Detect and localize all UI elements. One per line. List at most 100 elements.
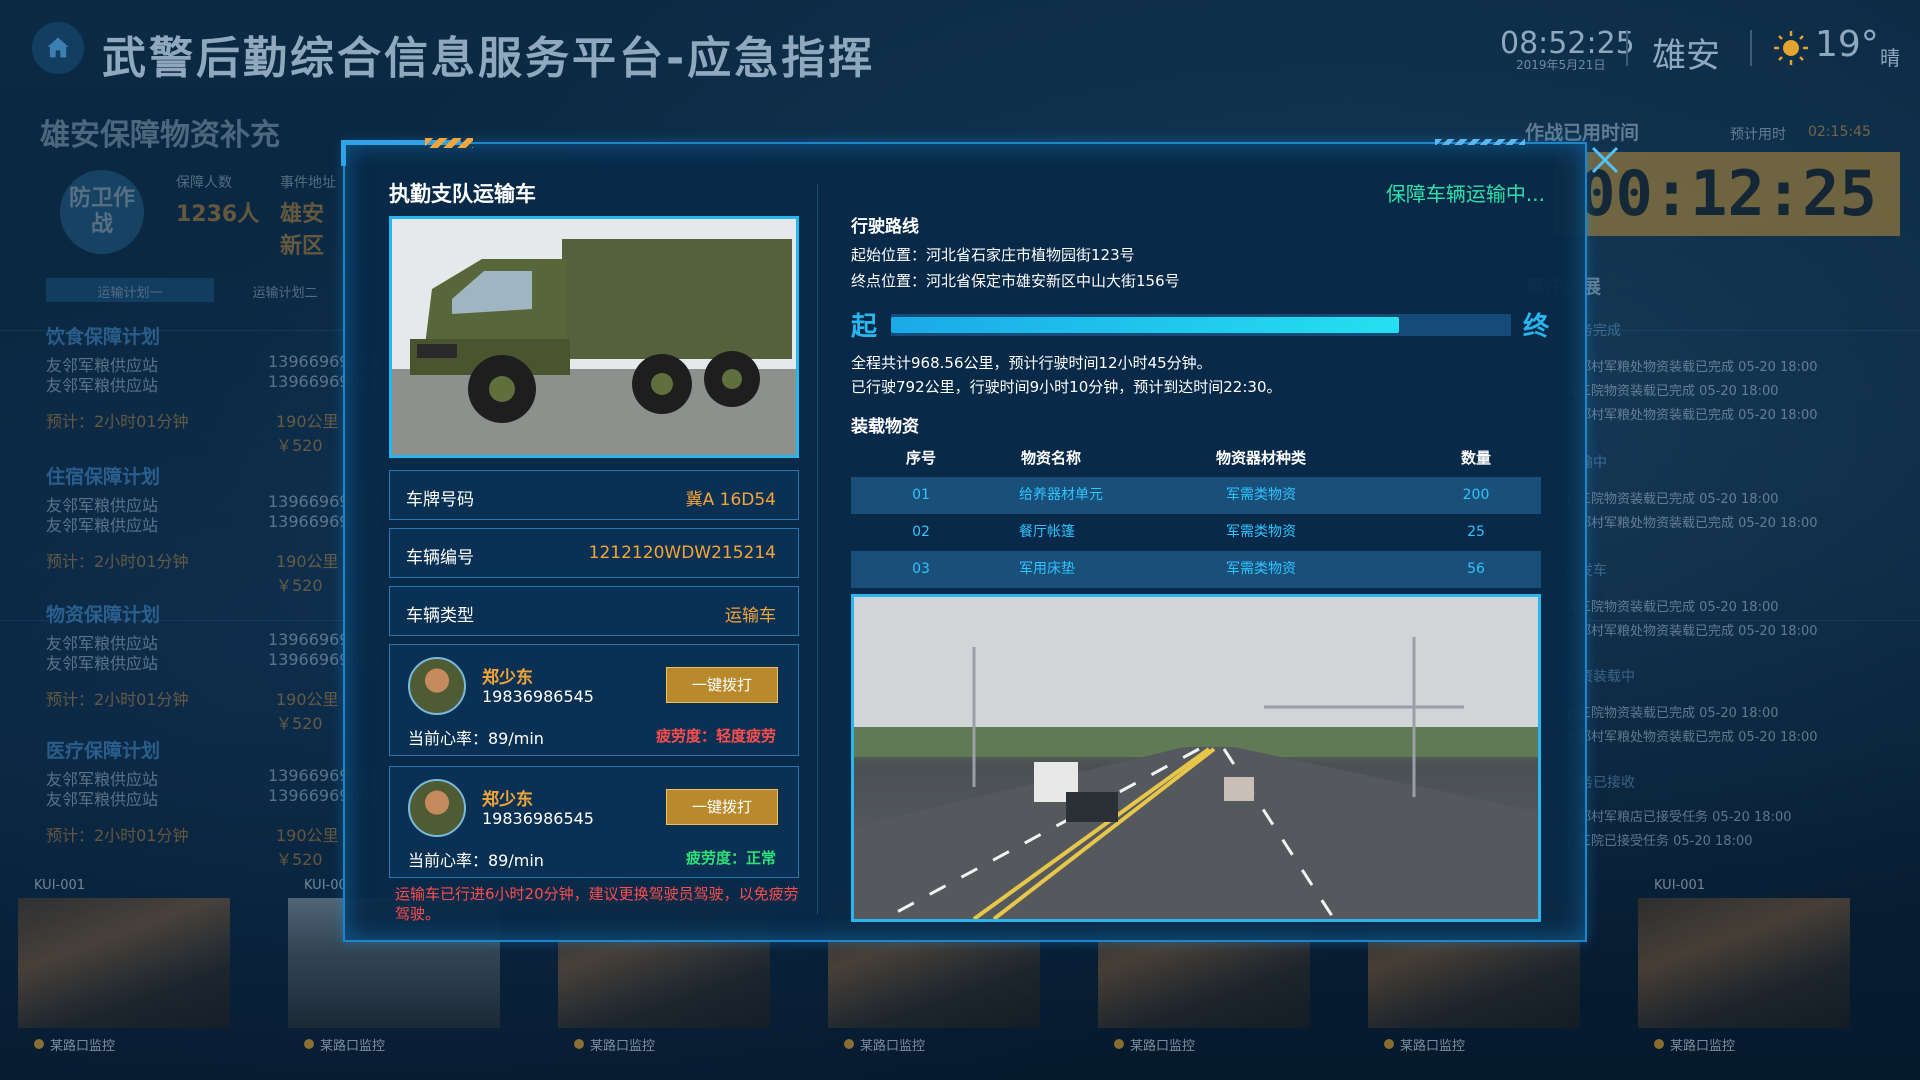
driver-card: 郑少东 19836986545 一键拨打 当前心率：89/min 疲劳度：轻度疲… xyxy=(389,644,799,756)
progress-start-mark: 起 xyxy=(851,312,878,342)
driver-avatar xyxy=(408,657,466,715)
fatigue-warning: 运输车已行进6小时20分钟，建议更换驾驶员驾驶，以免疲劳驾驶。 xyxy=(395,885,799,923)
driver-avatar xyxy=(408,779,466,837)
stat-label: 保障人数 xyxy=(176,175,232,191)
event-item: 大郑村军粮处物资装载已完成 05-20 18:00 xyxy=(1565,624,1818,639)
route-end: 终点位置：河北省保定市雄安新区中山大街156号 xyxy=(851,272,1180,290)
home-icon xyxy=(47,37,69,58)
progress-end-mark: 终 xyxy=(1523,312,1550,342)
camera-label: 某路口监控 xyxy=(1114,1035,1195,1054)
plan-title: 物资保障计划 xyxy=(46,604,161,626)
progress-track xyxy=(891,314,1511,336)
table-cell: 200 xyxy=(1462,487,1490,503)
call-button[interactable]: 一键拨打 xyxy=(666,789,778,825)
driver-name: 郑少东 xyxy=(482,790,533,810)
home-button[interactable] xyxy=(32,22,84,74)
tab-plan-1[interactable]: 运输计划一 xyxy=(46,278,214,302)
route-start: 起始位置：河北省石家庄市植物园街123号 xyxy=(851,246,1135,264)
progress-fill xyxy=(891,317,1400,333)
plate-label: 车牌号码 xyxy=(406,490,474,510)
plate-value: 冀A 16D54 xyxy=(685,490,776,510)
vehicle-code-value: 1212120WDW215214 xyxy=(588,543,776,563)
event-item: 省三院物资装载已完成 05-20 18:00 xyxy=(1565,706,1779,721)
camera-feed[interactable] xyxy=(18,898,230,1028)
date: 2019年5月21日 xyxy=(1516,58,1606,72)
driver-name: 郑少东 xyxy=(482,668,533,688)
table-row[interactable]: 03 军用床垫 军需类物资 56 xyxy=(851,551,1541,588)
table-cell: 军需类物资 xyxy=(1226,487,1296,503)
plan-title: 医疗保障计划 xyxy=(46,740,161,762)
plate-row: 车牌号码 冀A 16D54 xyxy=(389,470,799,520)
plan-distance: 190公里 ￥520 xyxy=(276,690,339,733)
truck-illustration xyxy=(392,219,796,455)
driver-card: 郑少东 19836986545 一键拨打 当前心率：89/min 疲劳度：正常 xyxy=(389,766,799,878)
event-item: 省三院物资装载已完成 05-20 18:00 xyxy=(1565,384,1779,399)
vehicle-type-row: 车辆类型 运输车 xyxy=(389,586,799,636)
truck-photo xyxy=(389,216,799,458)
camera-label: 某路口监控 xyxy=(304,1035,385,1054)
weather-text: 晴 xyxy=(1880,46,1900,70)
cargo-title: 装载物资 xyxy=(851,417,919,437)
plan-supplier: 友邻军粮供应站 xyxy=(46,376,159,395)
table-header: 序号 物资名称 物资器材种类 数量 xyxy=(851,440,1541,477)
event-item: 省三院物资装载已完成 05-20 18:00 xyxy=(1565,492,1779,507)
transport-status: 保障车辆运输中... xyxy=(1385,182,1545,206)
city: 雄安 xyxy=(1652,36,1720,76)
event-item: 大郑村军粮处物资装载已完成 05-20 18:00 xyxy=(1565,360,1818,375)
table-cell: 给养器材单元 xyxy=(1019,487,1103,503)
fatigue-status: 疲劳度：正常 xyxy=(685,849,776,867)
fatigue-status: 疲劳度：轻度疲劳 xyxy=(655,727,776,745)
camera-label: 某路口监控 xyxy=(574,1035,655,1054)
table-row[interactable]: 02 餐厅帐篷 军需类物资 25 xyxy=(851,514,1541,551)
table-cell: 03 xyxy=(912,561,930,577)
app-title: 武警后勤综合信息服务平台-应急指挥 xyxy=(102,33,876,84)
table-cell: 02 xyxy=(912,524,930,540)
tab-plan-2[interactable]: 运输计划二 xyxy=(230,278,340,302)
header-divider xyxy=(1626,30,1628,66)
plan-estimate: 预计：2小时01分钟 xyxy=(46,552,189,571)
camera-label: 某路口监控 xyxy=(1384,1035,1465,1054)
road-camera-photo xyxy=(851,594,1541,922)
event-item: 大郑村军粮处物资装载已完成 05-20 18:00 xyxy=(1565,408,1818,423)
event-item: 省三院已接受任务 05-20 18:00 xyxy=(1565,834,1753,849)
close-icon[interactable] xyxy=(1581,136,1629,184)
table-cell: 军需类物资 xyxy=(1226,524,1296,540)
route-progress: 起 终 xyxy=(851,306,1591,342)
column-header: 序号 xyxy=(905,449,936,467)
vehicle-type-value: 运输车 xyxy=(725,606,776,626)
camera-id: KUI-001 xyxy=(34,878,86,893)
table-row[interactable]: 01 给养器材单元 军需类物资 200 xyxy=(851,477,1541,514)
sun-icon xyxy=(1774,31,1808,65)
vehicle-code-label: 车辆编号 xyxy=(406,548,474,568)
table-cell: 军需类物资 xyxy=(1226,561,1296,577)
event-item: 大郑村军粮处物资装载已完成 05-20 18:00 xyxy=(1565,516,1818,531)
column-header: 数量 xyxy=(1460,449,1491,467)
table-cell: 56 xyxy=(1467,561,1485,577)
plan-estimate: 预计：2小时01分钟 xyxy=(46,826,189,845)
road-illustration xyxy=(854,597,1538,919)
plan-distance: 190公里 ￥520 xyxy=(276,552,339,595)
vehicle-detail-modal: 执勤支队运输车 保障车辆运输中... 车牌号码 冀A 16D54 车辆编号 12… xyxy=(341,138,1619,942)
call-button[interactable]: 一键拨打 xyxy=(666,667,778,703)
panel-title: 雄安保障物资补充 xyxy=(40,118,280,153)
camera-label: 某路口监控 xyxy=(844,1035,925,1054)
route-title: 行驶路线 xyxy=(851,217,919,237)
stat-value: 1236人 xyxy=(176,202,260,227)
header-divider xyxy=(1750,30,1752,66)
table-cell: 25 xyxy=(1467,524,1485,540)
table-cell: 01 xyxy=(912,487,930,503)
route-progress-text: 已行驶792公里，行驶时间9小时10分钟，预计到达时间22:30。 xyxy=(851,378,1282,396)
column-header: 物资器材种类 xyxy=(1215,449,1306,467)
plan-supplier: 友邻军粮供应站 xyxy=(46,516,159,535)
plan-supplier: 友邻军粮供应站 xyxy=(46,654,159,673)
divider xyxy=(817,184,818,914)
camera-feed[interactable] xyxy=(1638,898,1850,1028)
plan-distance: 190公里 ￥520 xyxy=(276,412,339,455)
camera-label: 某路口监控 xyxy=(34,1035,115,1054)
route-total: 全程共计968.56公里，预计行驶时间12小时45分钟。 xyxy=(851,354,1212,372)
plan-estimate: 预计：2小时01分钟 xyxy=(46,412,189,431)
heart-rate: 当前心率：89/min xyxy=(408,729,544,748)
header: 武警后勤综合信息服务平台-应急指挥 08:52:25 2019年5月21日 雄安… xyxy=(0,0,1920,100)
camera-id: KUI-001 xyxy=(1654,878,1706,893)
stat-value: 雄安新区 xyxy=(280,202,325,259)
